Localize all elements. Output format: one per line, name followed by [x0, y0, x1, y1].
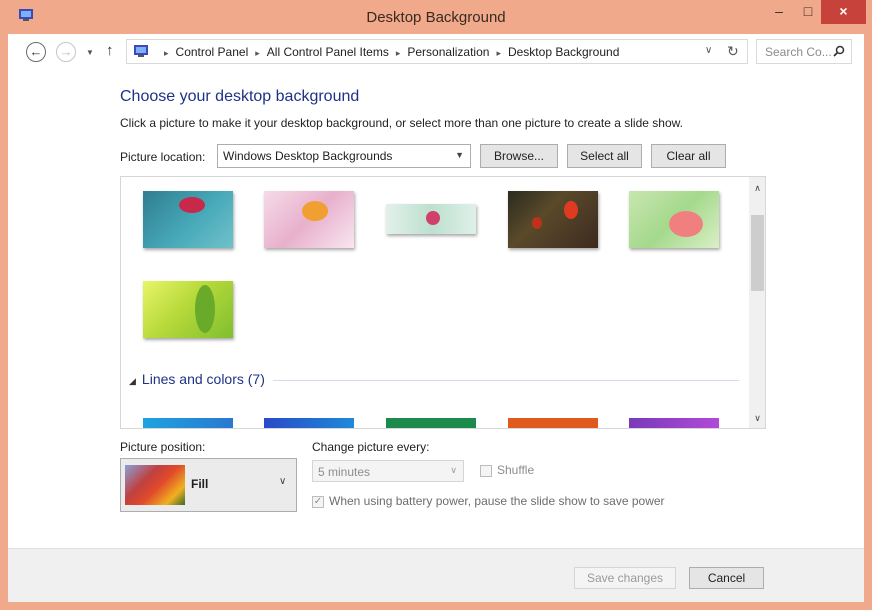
divider — [273, 380, 739, 381]
wallpaper-thumbnail[interactable] — [508, 191, 598, 248]
chevron-down-icon: ∨ — [279, 476, 287, 487]
picture-location-label: Picture location: — [120, 150, 206, 164]
breadcrumb-all-items[interactable]: All Control Panel Items — [267, 45, 389, 59]
change-picture-label: Change picture every: — [312, 440, 430, 454]
wallpaper-thumbnail[interactable] — [386, 418, 476, 428]
picture-location-select[interactable]: Windows Desktop Backgrounds ▼ — [217, 144, 471, 168]
breadcrumb-desktop-background[interactable]: Desktop Background — [508, 45, 619, 59]
title-bar[interactable]: Desktop Background – □ × — [0, 0, 872, 34]
minimize-button[interactable]: – — [763, 0, 795, 24]
clear-all-button[interactable]: Clear all — [651, 144, 726, 168]
scroll-down-icon[interactable]: ∨ — [749, 413, 765, 424]
shuffle-label[interactable]: Shuffle — [497, 463, 534, 477]
search-placeholder: Search Co... — [765, 45, 832, 59]
scrollbar-thumb[interactable] — [751, 215, 764, 291]
flower-image — [426, 211, 440, 225]
chevron-down-icon: ∨ — [450, 465, 457, 475]
flower-image — [179, 197, 205, 213]
breadcrumb-separator: ▸ — [255, 48, 260, 58]
flower-image — [532, 217, 542, 229]
maximize-button[interactable]: □ — [795, 0, 821, 24]
wallpaper-thumbnail[interactable] — [143, 281, 233, 338]
wallpaper-thumbnail[interactable] — [629, 191, 719, 248]
scroll-up-icon[interactable]: ∧ — [749, 183, 765, 194]
window-title: Desktop Background — [366, 9, 506, 26]
wallpaper-thumbnail[interactable] — [264, 418, 354, 428]
breadcrumb-personalization[interactable]: Personalization — [407, 45, 489, 59]
picture-position-label: Picture position: — [120, 440, 206, 454]
breadcrumb-separator: ▸ — [164, 48, 169, 58]
footer-bar: Save changes Cancel — [8, 548, 864, 602]
recent-locations-icon[interactable]: ▼ — [86, 48, 94, 57]
flower-image — [669, 211, 703, 237]
change-interval-value: 5 minutes — [318, 465, 371, 479]
address-bar[interactable]: ▸ Control Panel ▸ All Control Panel Items ▸ P… — [126, 39, 748, 64]
breadcrumb: ▸ Control Panel ▸ All Control Panel Items ▸ P… — [157, 45, 619, 59]
refresh-icon[interactable]: ↻ — [727, 43, 739, 60]
battery-pause-label[interactable]: When using battery power, pause the slid… — [329, 494, 665, 508]
change-interval-select[interactable]: 5 minutes ∨ — [312, 460, 464, 482]
window-client: ← → ▼ ↑ ▸ Control Panel ▸ All Control Panel… — [8, 34, 864, 602]
forward-button[interactable]: → — [56, 42, 76, 62]
picture-position-select[interactable]: Fill ∨ — [120, 458, 297, 512]
leaf-image — [195, 285, 215, 333]
wallpaper-thumbnail[interactable] — [143, 418, 233, 428]
picture-gallery: ◢ Lines and colors (7) ∧ ∨ — [120, 176, 766, 429]
group-header-lines-and-colors[interactable]: ◢ Lines and colors (7) — [129, 371, 265, 387]
position-preview-image — [125, 465, 185, 505]
battery-pause-checkbox[interactable]: ✓ — [312, 496, 324, 508]
breadcrumb-control-panel[interactable]: Control Panel — [176, 45, 249, 59]
address-dropdown-icon[interactable]: ∨ — [705, 45, 712, 56]
chevron-down-icon: ▼ — [455, 150, 464, 160]
select-all-button[interactable]: Select all — [567, 144, 642, 168]
cancel-button[interactable]: Cancel — [689, 567, 764, 589]
breadcrumb-separator: ▸ — [395, 48, 401, 58]
desktop-background-window: Desktop Background – □ × ← → ▼ ↑ ▸ Contro… — [0, 0, 872, 610]
wallpaper-thumbnail[interactable] — [143, 191, 233, 248]
navigation-bar: ← → ▼ ↑ ▸ Control Panel ▸ All Control Panel… — [8, 34, 864, 70]
vertical-scrollbar[interactable]: ∧ ∨ — [749, 177, 765, 428]
page-title: Choose your desktop background — [120, 88, 360, 105]
close-button[interactable]: × — [821, 0, 866, 24]
picture-location-value: Windows Desktop Backgrounds — [223, 149, 393, 163]
wallpaper-thumbnail[interactable] — [508, 418, 598, 428]
breadcrumb-separator: ▸ — [496, 48, 501, 58]
control-panel-icon — [134, 45, 148, 57]
wallpaper-thumbnail[interactable] — [264, 191, 354, 248]
up-icon[interactable]: ↑ — [106, 42, 114, 59]
search-icon[interactable] — [833, 45, 845, 57]
flower-image — [564, 201, 578, 219]
back-button[interactable]: ← — [26, 42, 46, 62]
browse-button[interactable]: Browse... — [480, 144, 558, 168]
shuffle-checkbox[interactable] — [480, 465, 492, 477]
wallpaper-thumbnail[interactable] — [629, 418, 719, 428]
save-changes-button[interactable]: Save changes — [574, 567, 676, 589]
group-label: Lines and colors (7) — [141, 371, 265, 387]
page-instruction: Click a picture to make it your desktop … — [120, 116, 683, 130]
collapse-icon[interactable]: ◢ — [129, 376, 136, 386]
wallpaper-thumbnail[interactable] — [386, 204, 476, 234]
search-box[interactable]: Search Co... — [756, 39, 852, 64]
flower-image — [302, 201, 328, 221]
picture-position-value: Fill — [191, 477, 209, 491]
